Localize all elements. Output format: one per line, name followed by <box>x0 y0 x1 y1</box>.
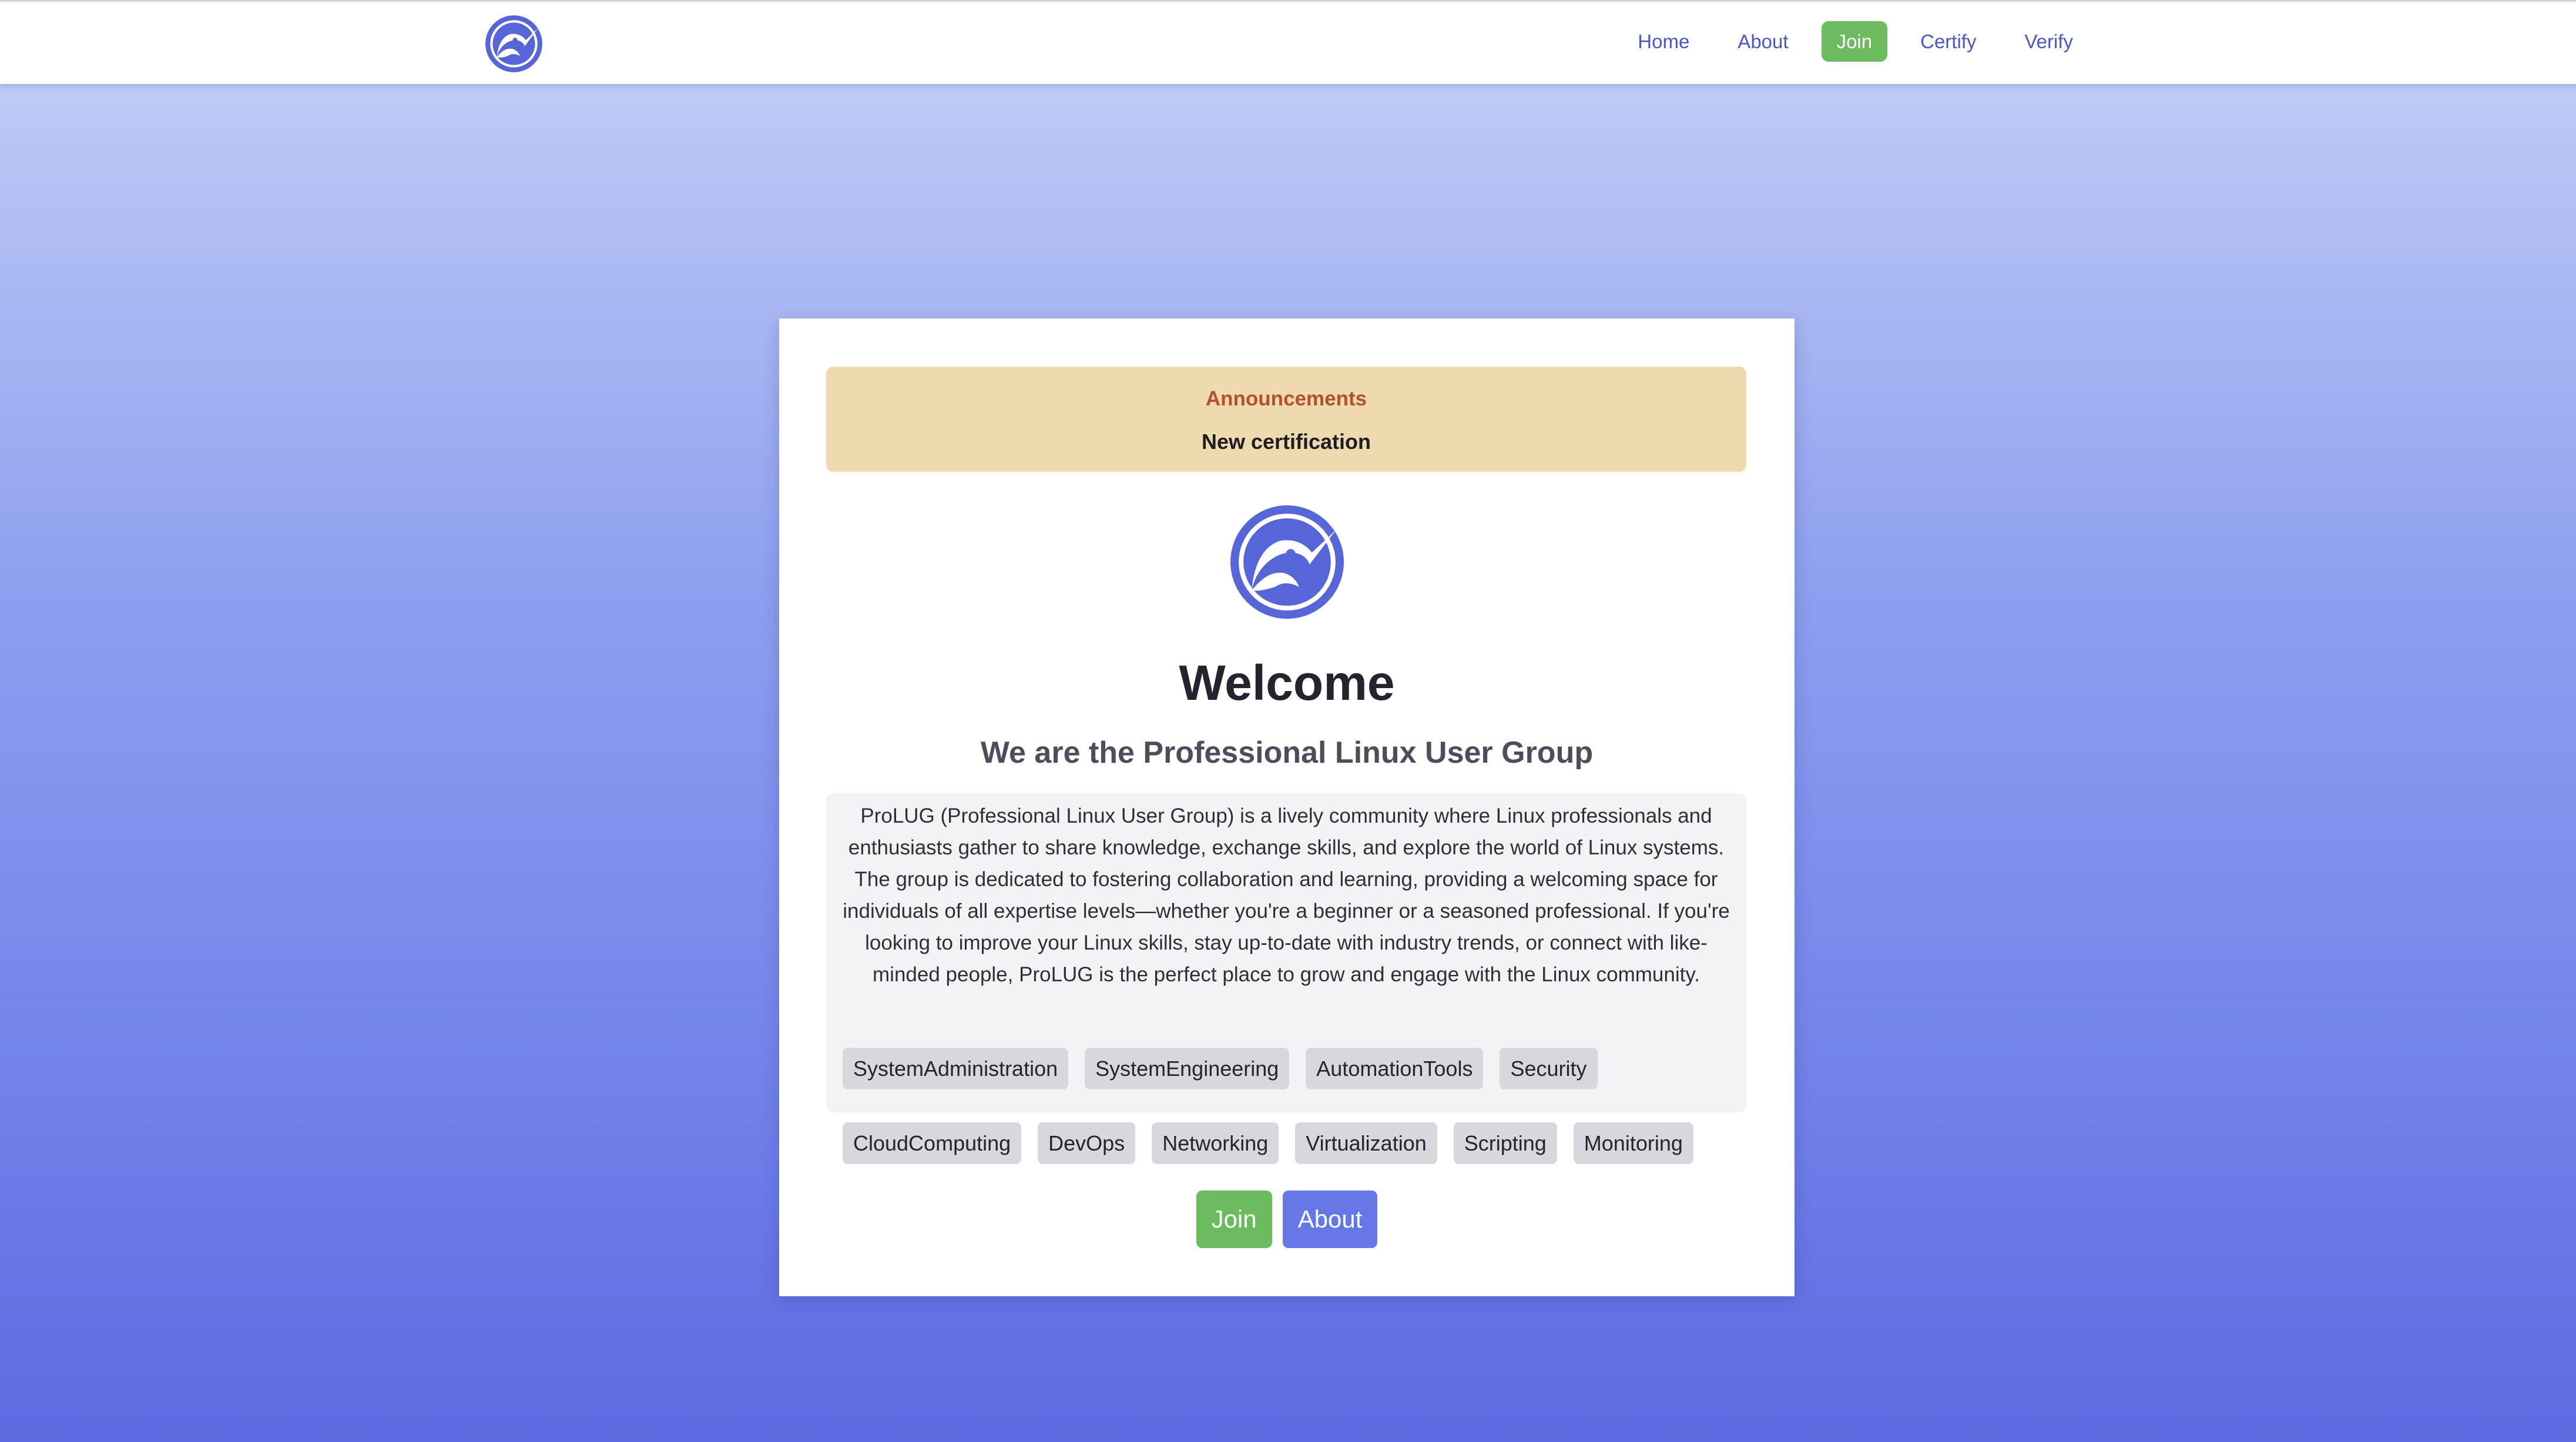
tag-monitoring: Monitoring <box>1573 1122 1693 1164</box>
announcement-item[interactable]: New certification <box>826 430 1746 454</box>
top-navbar: Home About Join Certify Verify <box>0 0 2576 84</box>
nav-link-verify[interactable]: Verify <box>2009 21 2088 62</box>
kiwi-bird-logo-icon <box>1228 503 1346 621</box>
kiwi-logo-icon[interactable] <box>484 14 544 74</box>
description-panel: ProLUG (Professional Linux User Group) i… <box>826 793 1746 1164</box>
topic-tags: SystemAdministration SystemEngineering A… <box>843 1048 1736 1164</box>
tag-scripting: Scripting <box>1453 1122 1557 1164</box>
welcome-card: Announcements New certification Welcome … <box>779 318 1795 1296</box>
tag-devops: DevOps <box>1038 1122 1136 1164</box>
tag-cloud-computing: CloudComputing <box>843 1122 1022 1164</box>
page-title: Welcome <box>1179 655 1395 710</box>
announcements-title: Announcements <box>1205 387 1367 410</box>
tag-networking: Networking <box>1152 1122 1279 1164</box>
tag-system-engineering: SystemEngineering <box>1085 1048 1290 1089</box>
tag-security: Security <box>1500 1048 1598 1089</box>
join-button[interactable]: Join <box>1196 1191 1272 1248</box>
tag-system-administration: SystemAdministration <box>843 1048 1069 1089</box>
nav-link-certify[interactable]: Certify <box>1905 21 1991 62</box>
nav-link-home[interactable]: Home <box>1622 21 1705 62</box>
nav-link-join[interactable]: Join <box>1821 21 1888 62</box>
action-buttons: Join About <box>779 1191 1795 1248</box>
nav-link-about[interactable]: About <box>1722 21 1803 62</box>
announcements-banner: Announcements New certification <box>826 367 1746 472</box>
tag-automation-tools: AutomationTools <box>1306 1048 1484 1089</box>
about-button[interactable]: About <box>1282 1191 1378 1248</box>
page-subtitle: We are the Professional Linux User Group <box>980 736 1594 770</box>
tag-virtualization: Virtualization <box>1295 1122 1437 1164</box>
description-text: ProLUG (Professional Linux User Group) i… <box>843 804 1730 986</box>
nav-links: Home About Join Certify Verify <box>1622 21 2088 62</box>
